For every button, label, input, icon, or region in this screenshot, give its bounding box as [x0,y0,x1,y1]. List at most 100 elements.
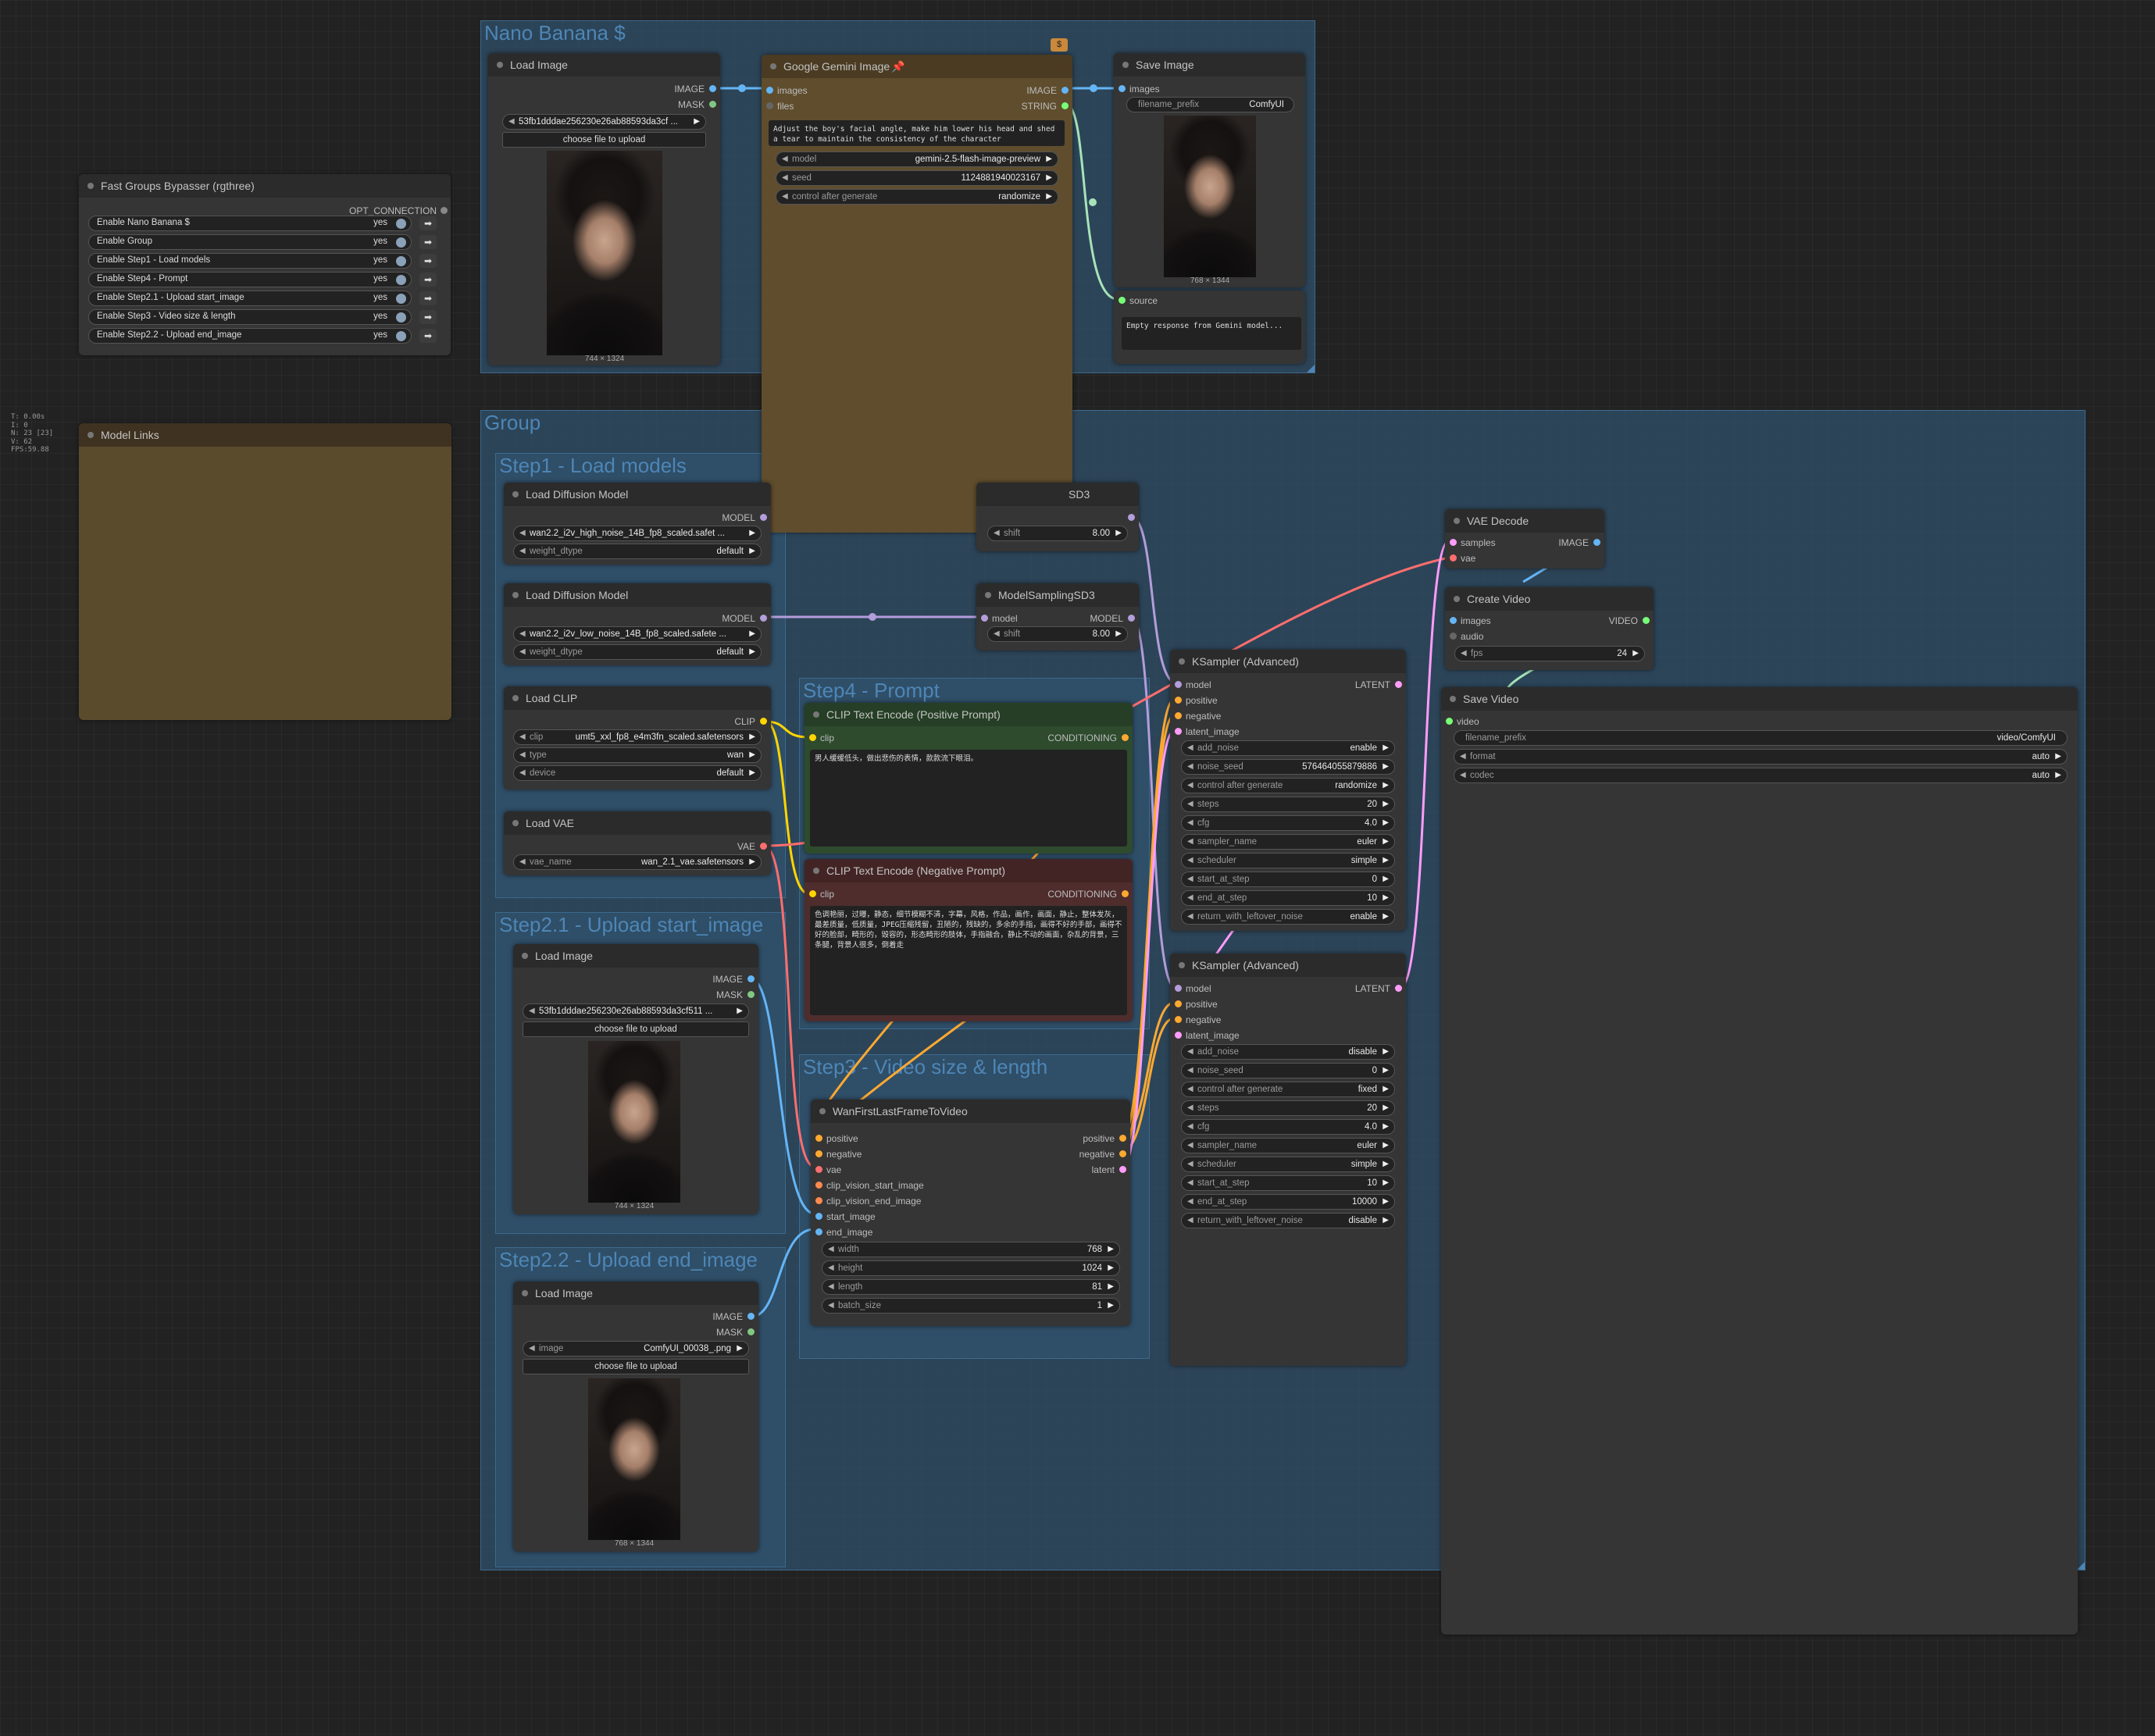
ks-widget-sampler-name[interactable]: ◀ sampler_name euler ▶ [1181,834,1395,850]
toggle-switch-icon[interactable] [396,219,406,229]
collapse-dot[interactable] [1179,962,1185,968]
collapse-dot[interactable] [512,695,519,701]
output-image-pin[interactable] [747,1313,755,1320]
input-pin[interactable] [1175,1032,1182,1039]
ks-widget-control-after-generate[interactable]: ◀ control after generate fixed ▶ [1181,1082,1395,1097]
group-title[interactable]: Group [484,411,541,435]
bypass-toggle-row[interactable]: Enable Step4 - Prompt yes [88,272,412,287]
collapse-dot[interactable] [87,432,94,438]
collapse-dot[interactable] [813,868,819,874]
node-save-video[interactable]: Save Video video filename_prefix video/Co… [1441,687,2078,1634]
collapse-dot[interactable] [1122,62,1129,68]
ks-widget-end-at-step[interactable]: ◀ end_at_step 10000 ▶ [1181,1194,1395,1210]
node-title[interactable]: CLIP Text Encode (Negative Prompt) [805,859,1133,882]
device-select[interactable]: ◀ device default ▶ [513,765,762,781]
collapse-dot[interactable] [512,491,519,497]
filename-prefix-input[interactable]: filename_prefix ComfyUI [1126,97,1294,112]
fps-number[interactable]: ◀ fps 24 ▶ [1454,646,1645,661]
group-resize-handle[interactable] [1307,365,1315,373]
output-image-pin[interactable] [709,85,716,92]
ks-widget-control-after-generate[interactable]: ◀ control after generate randomize ▶ [1181,778,1395,793]
input-pin[interactable] [1175,728,1182,735]
output-pin[interactable] [1119,1135,1126,1142]
output-latent-pin[interactable] [1395,681,1402,688]
node-wan-first-last-frame-to-video[interactable]: WanFirstLastFrameToVideo positive negativ… [811,1100,1130,1326]
input-pin[interactable] [815,1182,822,1189]
ks-widget-scheduler[interactable]: ◀ scheduler simple ▶ [1181,1157,1395,1172]
navigate-arrow-icon[interactable]: ➡ [419,310,437,324]
node-title[interactable]: KSampler (Advanced) [1170,650,1406,673]
collapse-dot[interactable] [770,63,776,70]
seed-number[interactable]: ◀ seed 1124881940023167 ▶ [776,170,1058,186]
collapse-dot[interactable] [819,1108,826,1114]
node-title[interactable]: Fast Groups Bypasser (rgthree) [79,174,451,198]
input-pin[interactable] [1175,985,1182,992]
group-title[interactable]: Step3 - Video size & length [803,1055,1047,1079]
output-model-pin[interactable] [760,514,767,521]
input-images-pin[interactable] [1450,617,1457,624]
collapse-dot[interactable] [87,183,94,189]
input-pin[interactable] [1175,1016,1182,1023]
upload-button[interactable]: choose file to upload [523,1359,749,1374]
input-pin[interactable] [815,1197,822,1204]
control-after-generate-select[interactable]: ◀ control after generate randomize ▶ [776,189,1058,205]
unet-name-select[interactable]: ◀ wan2.2_i2v_low_noise_14B_fp8_scaled.saf… [513,626,762,642]
output-mask-pin[interactable] [709,101,716,108]
prompt-textarea[interactable]: 色调艳丽，过曝，静态，细节模糊不清，字幕，风格，作品，画作，画面，静止，整体发灰… [810,906,1127,1015]
ks-widget-cfg[interactable]: ◀ cfg 4.0 ▶ [1181,815,1395,831]
node-title[interactable]: ModelSamplingSD3 [976,583,1139,607]
output-clip-pin[interactable] [760,718,767,725]
output-model-pin[interactable] [1128,615,1135,622]
group-title[interactable]: Step2.1 - Upload start_image [499,913,763,937]
collapse-dot[interactable] [522,953,528,959]
ks-widget-end-at-step[interactable]: ◀ end_at_step 10 ▶ [1181,890,1395,906]
wan-widget-height[interactable]: ◀ height 1024 ▶ [822,1260,1120,1276]
node-vae-decode[interactable]: VAE Decode samples vae IMAGE [1445,509,1604,569]
node-ksampler-advanced-low[interactable]: KSampler (Advanced) model positive negative… [1170,954,1406,1366]
collapse-dot[interactable] [813,711,819,718]
output-image-pin[interactable] [1061,87,1069,94]
input-clip-pin[interactable] [809,890,816,897]
input-video-pin[interactable] [1446,718,1453,725]
group-resize-handle[interactable] [2077,1562,2085,1570]
codec-select[interactable]: ◀ codec auto ▶ [1454,768,2068,783]
collapse-dot[interactable] [522,1290,528,1296]
clip-name-select[interactable]: ◀ clip umt5_xxl_fp8_e4m3fn_scaled.safetens… [513,729,762,745]
navigate-arrow-icon[interactable]: ➡ [419,273,437,287]
collapse-dot[interactable] [1454,596,1460,602]
ks-widget-noise-seed[interactable]: ◀ noise_seed 0 ▶ [1181,1063,1395,1078]
toggle-switch-icon[interactable] [396,237,406,248]
node-load-diffusion-model-high[interactable]: Load Diffusion Model MODEL ◀ wan2.2_i2v_h… [504,483,771,565]
ks-widget-steps[interactable]: ◀ steps 20 ▶ [1181,797,1395,812]
collapse-dot[interactable] [497,62,503,68]
input-pin[interactable] [1175,712,1182,719]
output-pin[interactable] [441,207,448,214]
node-title[interactable]: Save Video [1441,687,2078,711]
output-video-pin[interactable] [1643,617,1650,624]
output-image-pin[interactable] [1593,539,1600,546]
bypass-toggle-row[interactable]: Enable Step1 - Load models yes [88,253,412,269]
navigate-arrow-icon[interactable]: ➡ [419,254,437,268]
collapse-dot[interactable] [512,592,519,598]
image-select[interactable]: ◀ image ComfyUI_00038_.png ▶ [523,1341,749,1356]
node-title[interactable]: Load Image [513,1282,758,1305]
weight-dtype-select[interactable]: ◀ weight_dtype default ▶ [513,644,762,660]
prompt-textarea[interactable]: 男人缓缓低头，做出悲伤的表情，款款流下眼泪。 [810,750,1127,847]
output-model-pin[interactable] [760,615,767,622]
bypass-toggle-row[interactable]: Enable Step3 - Video size & length yes [88,309,412,325]
input-pin[interactable] [1175,697,1182,704]
collapse-dot[interactable] [512,820,519,826]
vae-name-select[interactable]: ◀ vae_name wan_2.1_vae.safetensors ▶ [513,854,762,870]
node-title[interactable]: KSampler (Advanced) [1170,954,1406,977]
ks-widget-start-at-step[interactable]: ◀ start_at_step 0 ▶ [1181,872,1395,887]
type-select[interactable]: ◀ type wan ▶ [513,747,762,763]
output-conditioning-pin[interactable] [1122,890,1129,897]
node-title[interactable]: CLIP Text Encode (Positive Prompt) [805,703,1133,726]
node-load-clip[interactable]: Load CLIP CLIP ◀ clip umt5_xxl_fp8_e4m3fn_… [504,686,771,790]
wan-widget-width[interactable]: ◀ width 768 ▶ [822,1242,1120,1257]
node-model-sampling-sd3-low[interactable]: ModelSamplingSD3 model MODEL ◀ shift 8.00 ▶ [976,583,1139,651]
toggle-switch-icon[interactable] [396,275,406,285]
ks-widget-start-at-step[interactable]: ◀ start_at_step 10 ▶ [1181,1175,1395,1191]
output-image-pin[interactable] [747,975,755,982]
node-title[interactable]: Load Diffusion Model [504,583,771,607]
